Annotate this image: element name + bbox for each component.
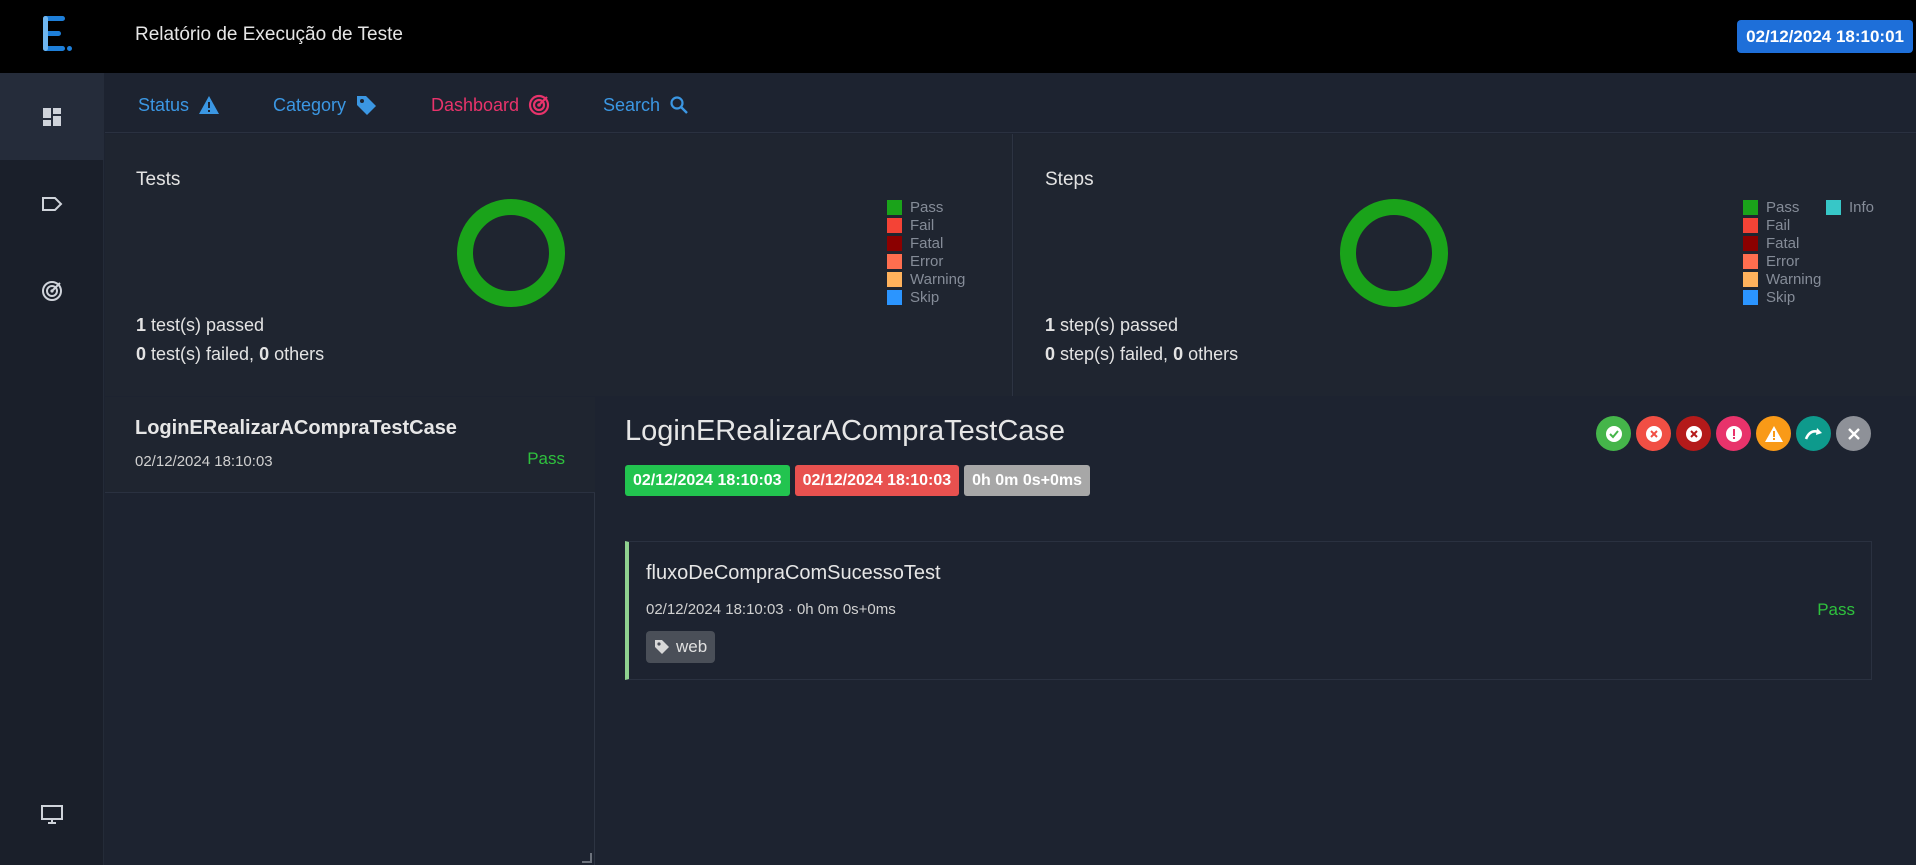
sidebar-item-category[interactable] <box>0 160 104 247</box>
tag-icon <box>655 640 669 654</box>
dashboard-grid-icon <box>43 107 61 126</box>
clear-filter-icon[interactable] <box>1836 416 1871 451</box>
nav-search-label: Search <box>603 94 661 115</box>
app-title: Relatório de Execução de Teste <box>135 24 403 45</box>
sidebar-item-dashboard[interactable] <box>0 73 104 160</box>
tests-passed-summary: 1 test(s) passed <box>136 315 265 335</box>
legend-item-error[interactable]: Error <box>887 252 965 270</box>
extent-logo-icon[interactable] <box>40 14 74 54</box>
filter-pass-icon[interactable] <box>1596 416 1631 451</box>
test-detail: LoginERealizarACompraTestCase 02/12/2024… <box>596 397 1916 865</box>
timing-badges: 02/12/2024 18:10:03 02/12/2024 18:10:03 … <box>625 465 1091 496</box>
step-card[interactable]: fluxoDeCompraComSucessoTest 02/12/2024 1… <box>625 541 1872 680</box>
step-status: Pass <box>1817 600 1855 619</box>
filter-skip-icon[interactable] <box>1796 416 1831 451</box>
steps-failed-summary: 0 step(s) failed, 0 others <box>1045 344 1239 364</box>
sidebar-item-environment[interactable] <box>0 779 104 851</box>
duration-badge: 0h 0m 0s+0ms <box>964 465 1091 496</box>
detail-title: LoginERealizarACompraTestCase <box>625 415 1066 447</box>
test-list: LoginERealizarACompraTestCase 02/12/2024… <box>105 397 595 865</box>
steps-legend-extra: Info <box>1826 198 1874 216</box>
tag-icon <box>357 96 377 115</box>
test-item-name: LoginERealizarACompraTestCase <box>135 417 457 439</box>
status-filter-icons <box>1596 416 1871 451</box>
nav-search[interactable]: Search <box>603 93 689 117</box>
tests-donut-chart <box>457 199 565 307</box>
report-date-badge: 02/12/2024 18:10:01 <box>1737 20 1913 53</box>
steps-summary-panel: Steps Pass Fail Fatal Error Warning Skip… <box>1014 134 1916 396</box>
legend-item-fail[interactable]: Fail <box>1743 216 1821 234</box>
test-item-time: 02/12/2024 18:10:03 <box>135 453 273 470</box>
legend-item-fail[interactable]: Fail <box>887 216 965 234</box>
search-icon <box>670 96 688 114</box>
filter-fatal-icon[interactable] <box>1676 416 1711 451</box>
start-time-badge: 02/12/2024 18:10:03 <box>625 465 790 496</box>
legend-item-info[interactable]: Info <box>1826 198 1874 216</box>
legend-item-skip[interactable]: Skip <box>1743 288 1821 306</box>
legend-item-error[interactable]: Error <box>1743 252 1821 270</box>
sidebar <box>0 73 104 865</box>
tests-summary-panel: Tests Pass Fail Fatal Error Warning Skip… <box>105 134 1013 396</box>
legend-item-fatal[interactable]: Fatal <box>1743 234 1821 252</box>
end-time-badge: 02/12/2024 18:10:03 <box>794 465 960 496</box>
nav-category-label: Category <box>273 94 347 115</box>
radar-icon <box>42 280 62 301</box>
top-bar: Relatório de Execução de Teste 02/12/202… <box>0 0 1916 73</box>
legend-item-pass[interactable]: Pass <box>887 198 965 216</box>
test-item-status: Pass <box>527 449 565 468</box>
legend-item-warning[interactable]: Warning <box>887 270 965 288</box>
steps-passed-summary: 1 step(s) passed <box>1045 315 1179 335</box>
warning-triangle-icon <box>199 96 220 114</box>
steps-donut-chart <box>1340 199 1448 307</box>
radar-icon <box>528 94 550 116</box>
nav-category[interactable]: Category <box>273 93 377 117</box>
nav-status-label: Status <box>138 94 190 115</box>
tests-donut-pass-segment <box>457 199 565 307</box>
tests-panel-title: Tests <box>136 169 181 190</box>
filter-error-icon[interactable] <box>1716 416 1751 451</box>
legend-item-pass[interactable]: Pass <box>1743 198 1821 216</box>
filter-fail-icon[interactable] <box>1636 416 1671 451</box>
nav-dashboard[interactable]: Dashboard <box>431 93 550 117</box>
steps-panel-title: Steps <box>1045 169 1094 190</box>
sidebar-item-radar[interactable] <box>0 247 104 334</box>
monitor-icon <box>41 805 63 824</box>
legend-item-warning[interactable]: Warning <box>1743 270 1821 288</box>
tag-outline-icon <box>42 196 63 211</box>
category-tag[interactable]: web <box>646 631 716 663</box>
top-nav: Status Category Dashboard Search <box>105 73 1916 133</box>
legend-item-skip[interactable]: Skip <box>887 288 965 306</box>
steps-legend: Pass Fail Fatal Error Warning Skip <box>1743 198 1821 306</box>
step-name: fluxoDeCompraComSucessoTest <box>646 562 941 584</box>
resize-handle[interactable] <box>582 853 592 863</box>
legend-item-fatal[interactable]: Fatal <box>887 234 965 252</box>
steps-donut-pass-segment <box>1340 199 1448 307</box>
test-list-item[interactable]: LoginERealizarACompraTestCase 02/12/2024… <box>105 397 595 493</box>
category-tag-label: web <box>676 637 708 656</box>
filter-warning-icon[interactable] <box>1756 416 1791 451</box>
nav-dashboard-label: Dashboard <box>431 94 520 115</box>
step-meta: 02/12/2024 18:10:03 · 0h 0m 0s+0ms <box>646 601 896 618</box>
tests-legend: Pass Fail Fatal Error Warning Skip <box>887 198 965 306</box>
tests-failed-summary: 0 test(s) failed, 0 others <box>136 344 325 364</box>
nav-status[interactable]: Status <box>138 93 220 117</box>
